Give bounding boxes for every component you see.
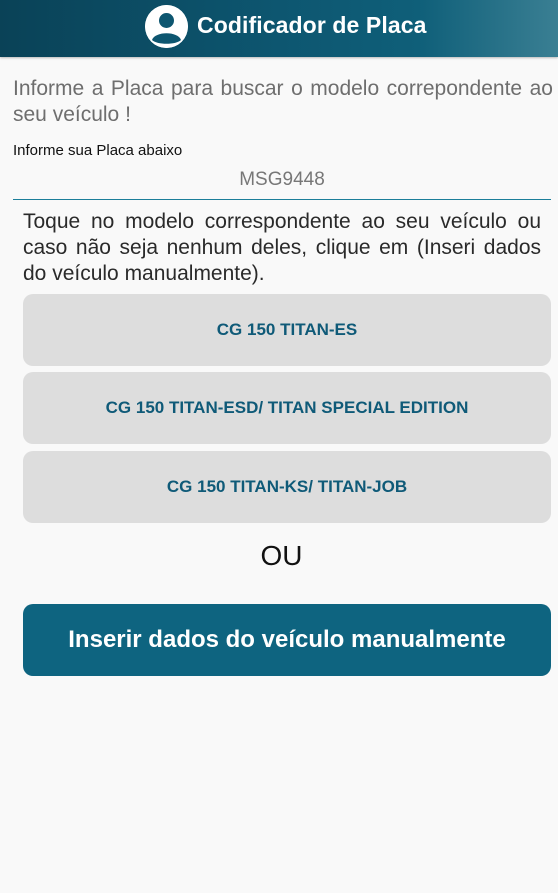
model-option-button[interactable]: CG 150 TITAN-ES xyxy=(23,294,551,366)
model-help-text: Toque no modelo correspondente ao seu ve… xyxy=(23,210,541,285)
model-option-button[interactable]: CG 150 TITAN-KS/ TITAN-JOB xyxy=(23,451,551,523)
model-option-button[interactable]: CG 150 TITAN-ESD/ TITAN SPECIAL EDITION xyxy=(23,372,551,444)
app-title: Codificador de Placa xyxy=(197,12,427,38)
manual-entry-button[interactable]: Inserir dados do veículo manualmente xyxy=(23,604,551,676)
or-divider: OU xyxy=(260,540,303,571)
app-header: Codificador de Placa xyxy=(0,0,558,57)
plate-input[interactable] xyxy=(13,160,551,200)
account-circle-icon[interactable] xyxy=(145,5,188,48)
plate-instruction: Informe a Placa para buscar o modelo cor… xyxy=(13,77,553,126)
plate-field-label: Informe sua Placa abaixo xyxy=(13,142,183,159)
